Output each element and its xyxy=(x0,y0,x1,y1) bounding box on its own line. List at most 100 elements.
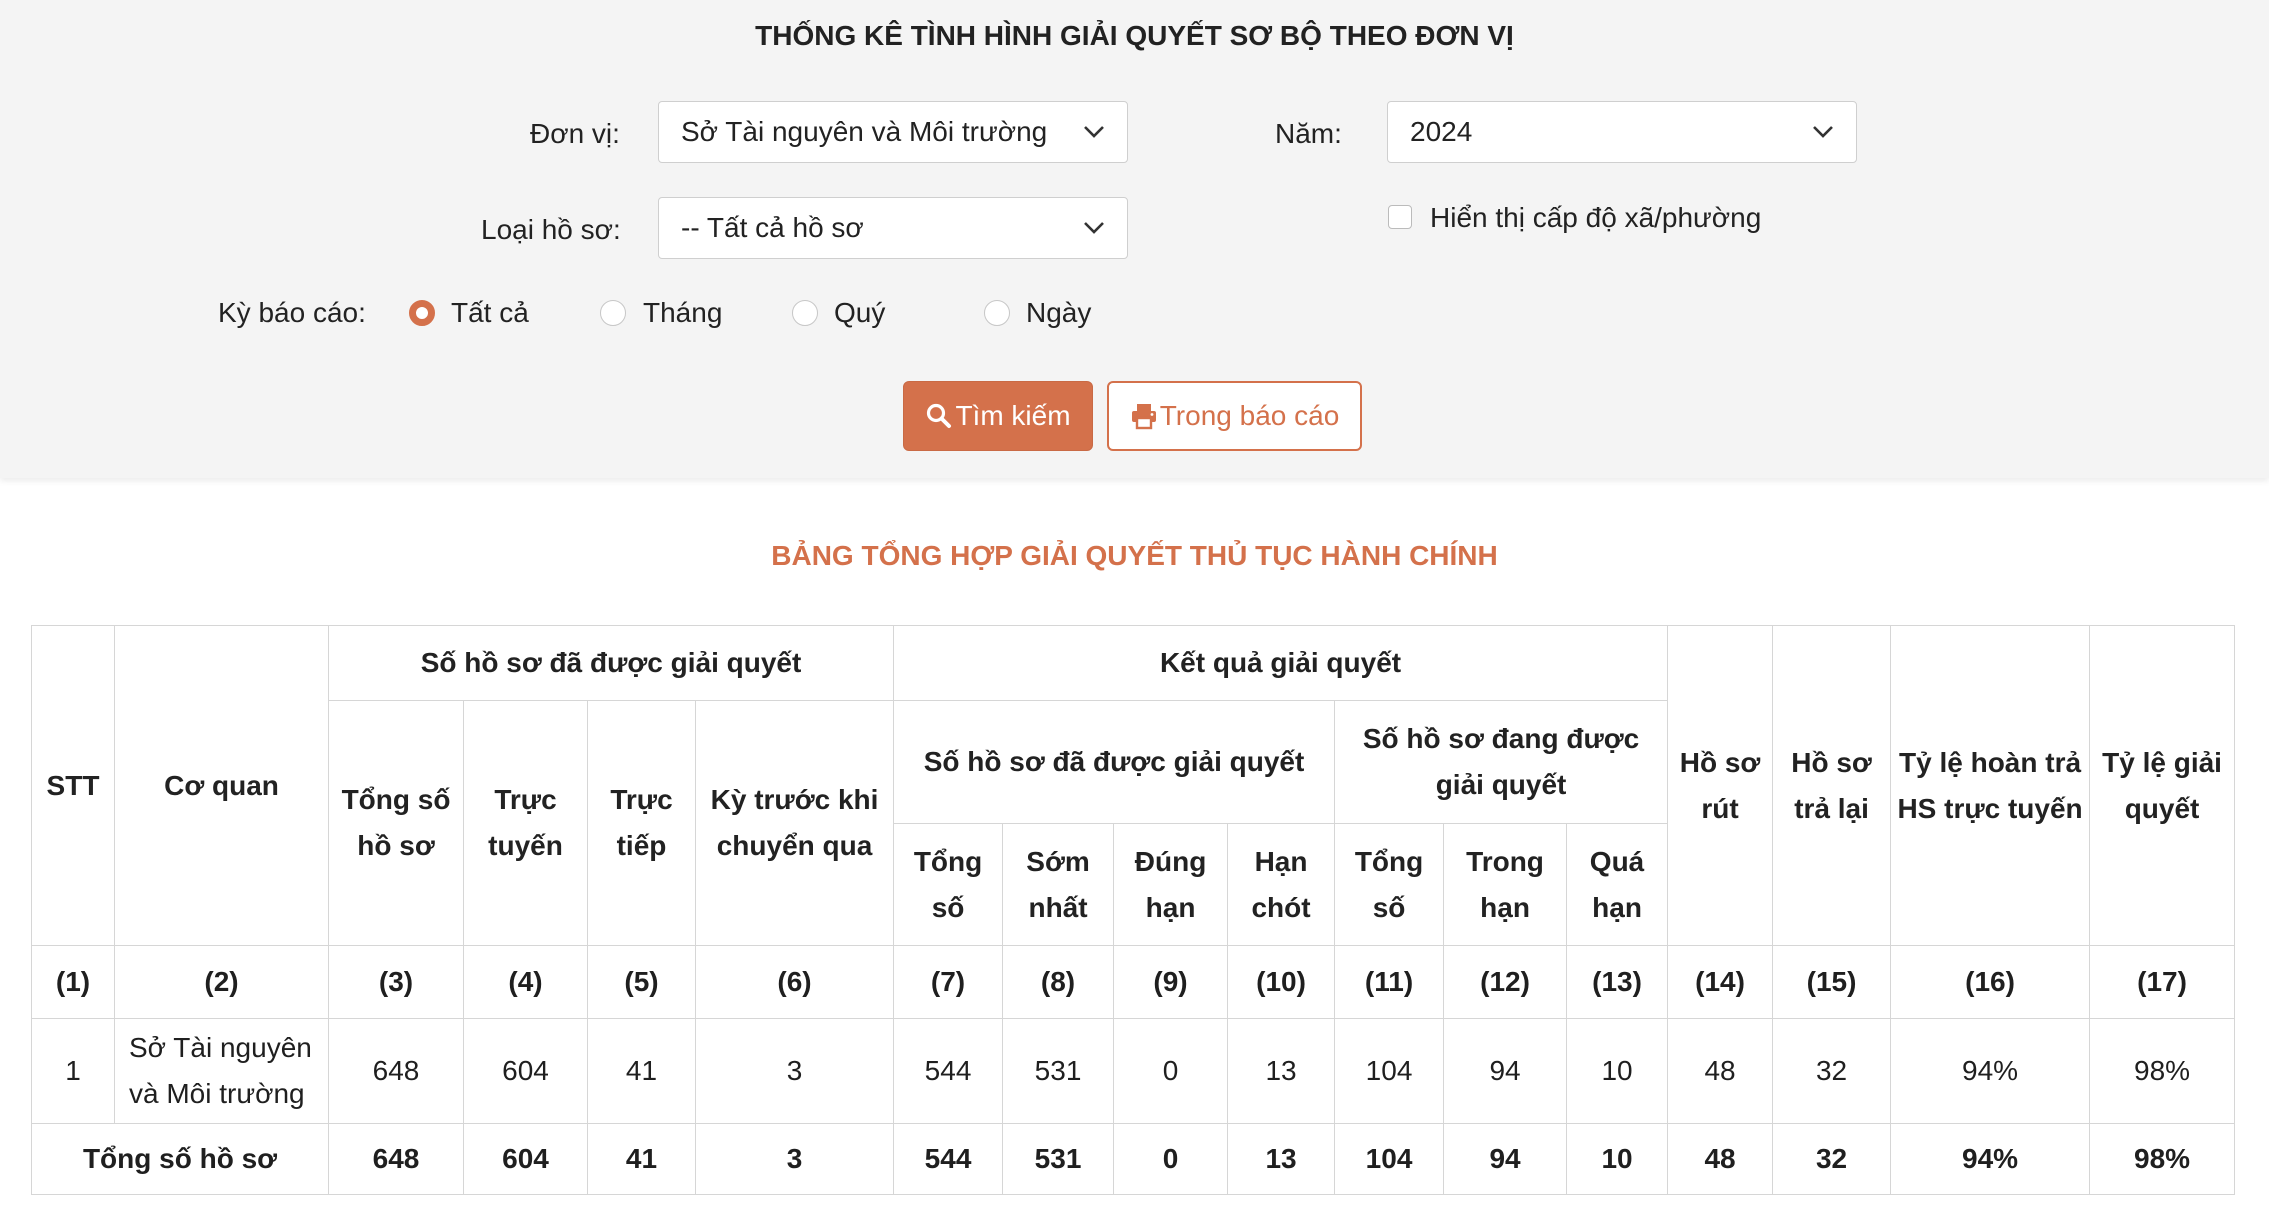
column-number: (6) xyxy=(694,945,895,1019)
total-cell: 531 xyxy=(1002,1123,1115,1195)
table-row: 1 Sở Tài nguyên và Môi trường 648 604 41… xyxy=(31,1018,2236,1124)
show-ward-label: Hiển thị cấp độ xã/phường xyxy=(1430,202,1762,233)
header-truc-tiep: Trực tiếp xyxy=(587,700,696,946)
cell-stt: 1 xyxy=(31,1018,115,1124)
header-kq-dang-giai-quyet: Số hồ sơ đang được giải quyết xyxy=(1334,700,1669,824)
show-ward-checkbox[interactable] xyxy=(1388,205,1412,229)
column-number: (14) xyxy=(1667,945,1774,1019)
search-button-label: Tìm kiếm xyxy=(955,400,1071,431)
total-cell: 41 xyxy=(587,1123,696,1195)
cell-truc-tiep: 41 xyxy=(587,1018,696,1124)
column-number: (1) xyxy=(31,945,115,1019)
column-number: (9) xyxy=(1113,945,1229,1019)
loai-ho-so-label: Loại hồ sơ: xyxy=(481,214,621,245)
total-cell: 13 xyxy=(1227,1123,1336,1195)
column-number: (5) xyxy=(587,945,696,1019)
don-vi-select[interactable]: Sở Tài nguyên và Môi trường xyxy=(658,101,1128,163)
page-title: THỐNG KÊ TÌNH HÌNH GIẢI QUYẾT SƠ BỘ THEO… xyxy=(755,20,1514,51)
header-tong-so: Tổng số xyxy=(893,823,1004,946)
cell-tong-so: 544 xyxy=(893,1018,1004,1124)
header-kq-da-giai-quyet: Số hồ sơ đã được giải quyết xyxy=(893,700,1336,824)
don-vi-label: Đơn vị: xyxy=(530,118,620,149)
header-stt: STT xyxy=(31,625,115,946)
total-cell: 94 xyxy=(1443,1123,1568,1195)
total-cell: 48 xyxy=(1667,1123,1774,1195)
print-report-button[interactable]: Trong báo cáo xyxy=(1107,381,1362,451)
column-number: (17) xyxy=(2089,945,2236,1019)
total-cell: 10 xyxy=(1566,1123,1669,1195)
total-cell: 3 xyxy=(694,1123,895,1195)
column-number: (4) xyxy=(463,945,588,1019)
cell-ky-truoc: 3 xyxy=(694,1018,895,1124)
cell-qua-han: 10 xyxy=(1566,1018,1669,1124)
header-tong-so-dang: Tổng số xyxy=(1334,823,1445,946)
column-number: (15) xyxy=(1772,945,1892,1019)
column-number: (8) xyxy=(1002,945,1115,1019)
total-row: Tổng số hồ sơ 648 604 41 3 544 531 0 13 … xyxy=(31,1123,2236,1195)
column-number: (12) xyxy=(1443,945,1568,1019)
report-title: BẢNG TỔNG HỢP GIẢI QUYẾT THỦ TỤC HÀNH CH… xyxy=(771,540,1498,571)
radio-tat-ca[interactable] xyxy=(409,300,435,326)
header-trong-han: Trong hạn xyxy=(1443,823,1568,946)
total-label: Tổng số hồ sơ xyxy=(31,1123,329,1195)
cell-ho-so-rut: 48 xyxy=(1667,1018,1774,1124)
cell-tong-so-dang: 104 xyxy=(1334,1018,1445,1124)
cell-dung-han: 0 xyxy=(1113,1018,1229,1124)
radio-quy-label[interactable]: Quý xyxy=(834,297,885,329)
filter-panel: THỐNG KÊ TÌNH HÌNH GIẢI QUYẾT SƠ BỘ THEO… xyxy=(0,0,2269,478)
radio-tat-ca-label[interactable]: Tất cả xyxy=(451,297,529,329)
header-qua-han: Quá hạn xyxy=(1566,823,1669,946)
header-dung-han: Đúng hạn xyxy=(1113,823,1229,946)
total-cell: 104 xyxy=(1334,1123,1445,1195)
search-button[interactable]: Tìm kiếm xyxy=(903,381,1093,451)
loai-ho-so-select[interactable]: -- Tất cả hồ sơ xyxy=(658,197,1128,259)
cell-ty-le-hoan-tra: 94% xyxy=(1890,1018,2091,1124)
header-so-hs-da-giai-quyet: Số hồ sơ đã được giải quyết xyxy=(327,625,895,701)
total-cell: 98% xyxy=(2089,1123,2236,1195)
radio-thang[interactable] xyxy=(600,300,626,326)
print-button-label: Trong báo cáo xyxy=(1159,400,1340,431)
report-table: STT Cơ quan Số hồ sơ đã được giải quyết … xyxy=(31,625,2236,1195)
cell-han-chot: 13 xyxy=(1227,1018,1336,1124)
search-icon xyxy=(927,403,952,428)
cell-co-quan: Sở Tài nguyên và Môi trường xyxy=(114,1018,329,1124)
column-number: (3) xyxy=(328,945,464,1019)
cell-trong-han: 94 xyxy=(1443,1018,1568,1124)
header-ty-le-hoan-tra: Tỷ lệ hoàn trả HS trực tuyến xyxy=(1890,625,2091,946)
radio-ngay[interactable] xyxy=(984,300,1010,326)
nam-select[interactable]: 2024 xyxy=(1387,101,1857,163)
chevron-down-icon xyxy=(1084,222,1104,234)
header-ho-so-tra-lai: Hồ sơ trả lại xyxy=(1772,625,1892,946)
nam-label: Năm: xyxy=(1275,118,1342,149)
column-number-row: (1) (2) (3) (4) (5) (6) (7) (8) (9) (10)… xyxy=(31,945,2236,1019)
total-cell: 0 xyxy=(1113,1123,1229,1195)
nam-value: 2024 xyxy=(1410,116,1473,147)
radio-thang-label[interactable]: Tháng xyxy=(643,297,722,329)
header-tong-so-ho-so: Tổng số hồ sơ xyxy=(328,700,464,946)
header-ket-qua: Kết quả giải quyết xyxy=(893,625,1669,701)
radio-ngay-label[interactable]: Ngày xyxy=(1026,297,1091,329)
cell-ho-so-tra-lai: 32 xyxy=(1772,1018,1892,1124)
cell-ty-le-giai-quyet: 98% xyxy=(2089,1018,2236,1124)
cell-truc-tuyen: 604 xyxy=(463,1018,588,1124)
total-cell: 94% xyxy=(1890,1123,2091,1195)
total-cell: 544 xyxy=(893,1123,1004,1195)
total-cell: 648 xyxy=(328,1123,464,1195)
ky-bao-cao-label: Kỳ báo cáo: xyxy=(218,297,366,328)
don-vi-value: Sở Tài nguyên và Môi trường xyxy=(681,116,1048,147)
cell-som-nhat: 531 xyxy=(1002,1018,1115,1124)
header-ho-so-rut: Hồ sơ rút xyxy=(1667,625,1774,946)
column-number: (16) xyxy=(1890,945,2091,1019)
radio-quy[interactable] xyxy=(792,300,818,326)
header-co-quan: Cơ quan xyxy=(114,625,329,946)
printer-icon xyxy=(1131,404,1156,430)
header-ty-le-giai-quyet: Tỷ lệ giải quyết xyxy=(2089,625,2236,946)
chevron-down-icon xyxy=(1813,126,1833,138)
column-number: (10) xyxy=(1227,945,1336,1019)
cell-tong-so-ho-so: 648 xyxy=(328,1018,464,1124)
column-number: (13) xyxy=(1566,945,1669,1019)
column-number: (7) xyxy=(893,945,1004,1019)
total-cell: 604 xyxy=(463,1123,588,1195)
chevron-down-icon xyxy=(1084,126,1104,138)
header-som-nhat: Sớm nhất xyxy=(1002,823,1115,946)
